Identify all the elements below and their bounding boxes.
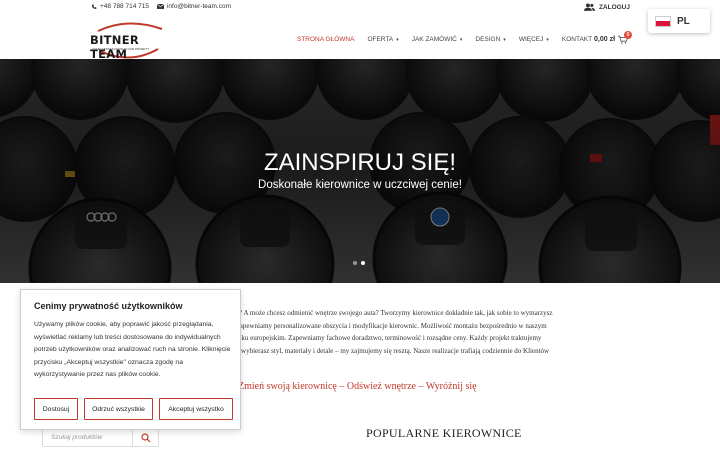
- search-input[interactable]: Szukaj produktów: [43, 434, 132, 441]
- slider-dot-2[interactable]: [361, 261, 365, 265]
- poland-flag-icon: [655, 15, 671, 27]
- cart-button[interactable]: 0,00 zł 0: [594, 31, 632, 44]
- nav-label: JAK ZAMÓWIĆ: [411, 36, 457, 43]
- chevron-down-icon: ▾: [546, 36, 549, 43]
- hero-subtitle: Doskonałe kierownice w uczciwej cenie!: [258, 179, 462, 191]
- nav-label: KONTAKT: [561, 36, 593, 43]
- language-switcher[interactable]: PL: [648, 9, 710, 33]
- site-logo[interactable]: BITNER TEAM YOUR SATISFACTION IS OUR PRI…: [90, 19, 165, 61]
- cookie-text: Używamy plików cookie, aby poprawić jako…: [34, 321, 231, 379]
- mail-icon: [156, 4, 164, 9]
- product-search: Szukaj produktów: [42, 428, 159, 447]
- chevron-down-icon: ▾: [396, 36, 399, 43]
- search-icon: [140, 432, 150, 442]
- login-label: ZALOGUJ: [598, 3, 630, 11]
- nav-label: OFERTA: [367, 36, 394, 43]
- nav-label: STRONA GŁÓWNA: [297, 36, 355, 43]
- slider-dots: [353, 261, 365, 265]
- nav-item-design[interactable]: DESIGN ▾: [475, 36, 505, 43]
- cookie-buttons: Dostosuj Odrzuć wszystkie Akceptuj wszys…: [34, 398, 233, 420]
- phone-link[interactable]: +48 788 714 715: [91, 3, 149, 10]
- phone-icon: [91, 4, 97, 9]
- email-link[interactable]: info@bitner-team.com: [156, 3, 232, 10]
- nav-item-offer[interactable]: OFERTA ▾: [367, 36, 398, 43]
- intro-text: ny? A może chcesz odmienić wnętrze swoje…: [232, 307, 632, 357]
- reject-all-button[interactable]: Odrzuć wszystkie: [84, 398, 153, 420]
- accept-all-button[interactable]: Akceptuj wszystko: [159, 398, 233, 420]
- intro-line: ny? A może chcesz odmienić wnętrze swoje…: [232, 309, 553, 317]
- search-button[interactable]: [132, 429, 158, 446]
- intro-line: rynku europejskim. Zapewniamy fachowe do…: [232, 334, 542, 342]
- slider-dot-1[interactable]: [353, 261, 357, 265]
- chevron-down-icon: ▾: [503, 36, 506, 43]
- language-code: PL: [677, 15, 690, 27]
- email-address: info@bitner-team.com: [166, 3, 232, 10]
- nav-item-more[interactable]: WIĘCEJ ▾: [519, 36, 549, 43]
- intro-line: Ty wybierasz styl, materiały i detale – …: [232, 346, 550, 355]
- slogan: Zmień swoją kierownicę – Odśwież wnętrze…: [238, 381, 477, 392]
- hero-title: ZAINSPIRUJ SIĘ!: [263, 149, 457, 176]
- top-bar: +48 788 714 715 info@bitner-team.com ZAL…: [0, 0, 720, 14]
- chevron-down-icon: ▾: [459, 36, 463, 43]
- nav-item-contact[interactable]: KONTAKT: [562, 36, 592, 43]
- customize-button[interactable]: Dostosuj: [34, 398, 78, 420]
- cookie-title: Cenimy prywatność użytkowników: [34, 301, 183, 311]
- popular-heading: POPULARNE KIEROWNICE: [366, 426, 522, 440]
- intro-line: . Zapewniamy personalizowane obszycia i …: [232, 321, 547, 330]
- contact-info: +48 788 714 715 info@bitner-team.com: [91, 3, 231, 10]
- users-icon: [583, 3, 595, 11]
- cart-count-badge: 0: [624, 31, 632, 39]
- logo-tagline: YOUR SATISFACTION IS OUR PRIORITY: [92, 47, 150, 51]
- cookie-consent-dialog: Cenimy prywatność użytkowników Używamy p…: [20, 289, 241, 430]
- nav-item-how-to-order[interactable]: JAK ZAMÓWIĆ ▾: [412, 36, 463, 43]
- cart-amount: 0,00 zł: [594, 36, 616, 43]
- phone-number: +48 788 714 715: [100, 3, 149, 10]
- hero-slider: ZAINSPIRUJ SIĘ! Doskonałe kierownice w u…: [0, 59, 720, 283]
- nav-label: DESIGN: [475, 36, 501, 43]
- login-link[interactable]: ZALOGUJ: [583, 3, 630, 11]
- site-header: BITNER TEAM YOUR SATISFACTION IS OUR PRI…: [0, 14, 720, 61]
- nav-label: WIĘCEJ: [518, 36, 544, 43]
- main-nav: STRONA GŁÓWNA OFERTA ▾ JAK ZAMÓWIĆ ▾ DESIG…: [297, 36, 605, 43]
- nav-item-home[interactable]: STRONA GŁÓWNA: [297, 36, 354, 43]
